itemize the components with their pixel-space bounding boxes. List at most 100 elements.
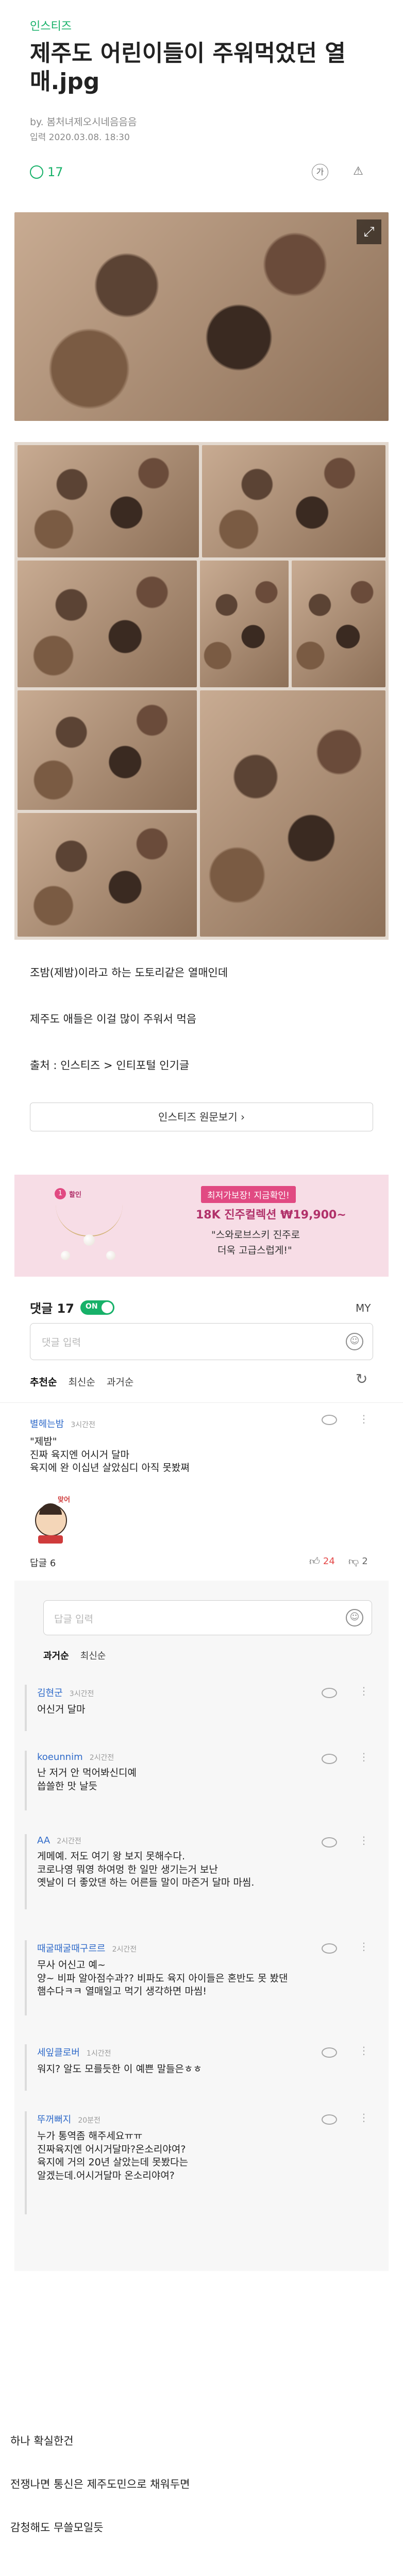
more-icon[interactable]: ⋮ bbox=[359, 2044, 369, 2057]
main-photo: ⤢ bbox=[14, 212, 389, 421]
view-icon[interactable] bbox=[322, 1688, 337, 1698]
sort-tab-latest[interactable]: 최신순 bbox=[68, 1375, 95, 1388]
view-icon[interactable] bbox=[322, 2114, 337, 2125]
collage-photo bbox=[18, 813, 197, 937]
comment-author-row: 별헤는밤 3시간전 bbox=[30, 1417, 372, 1430]
dislike-count: 2 bbox=[362, 1556, 368, 1567]
reply-sort-oldest[interactable]: 과거순 bbox=[43, 1649, 69, 1662]
comment-count-top[interactable]: 17 bbox=[30, 165, 63, 179]
dislike-button[interactable]: 👎︎ 2 bbox=[348, 1555, 368, 1568]
reply-author[interactable]: 세잎클로버 bbox=[37, 2047, 80, 2058]
like-button[interactable]: 👍︎ 24 bbox=[309, 1555, 335, 1568]
reply-time: 2시간전 bbox=[112, 1945, 137, 1954]
reply-author[interactable]: 때굴때굴때구르르 bbox=[37, 1943, 105, 1954]
sort-tab-recommended[interactable]: 추천순 bbox=[30, 1375, 57, 1388]
ad-banner[interactable]: 1 할인 최저가보장! 지금확인! 18K 진주컬렉션 ₩19,900~ "스와… bbox=[14, 1175, 389, 1277]
comment-icon bbox=[30, 165, 43, 179]
reply-author[interactable]: 김현군 bbox=[37, 1688, 63, 1699]
comment-sticker: 맞어 bbox=[30, 1494, 75, 1544]
footer-line: 감청해도 무쓸모일듯 bbox=[10, 2521, 104, 2534]
reply-author[interactable]: 뚜꺼뻐지 bbox=[37, 2114, 71, 2125]
reply-line: 코로나영 뭐영 하여멍 한 일만 생기는거 보난 bbox=[37, 1863, 218, 1875]
more-icon[interactable]: ⋮ bbox=[359, 1834, 369, 1846]
reply-line: 옛날이 더 좋았댄 하는 어른들 말이 마즌거 달마 마씸. bbox=[37, 1877, 255, 1889]
ad-badge-num: 1 bbox=[55, 1188, 66, 1199]
my-comments-button[interactable]: MY bbox=[356, 1302, 371, 1314]
reply-line: 진짜육지엔 어시거달마?온소리야여? bbox=[37, 2143, 186, 2155]
view-icon[interactable] bbox=[322, 2047, 337, 2058]
view-icon[interactable] bbox=[322, 1415, 337, 1425]
comment-sort-tabs: 추천순 최신순 과거순 bbox=[30, 1375, 133, 1388]
page-title: 제주도 어린이들이 주워먹었던 열매.jpg bbox=[30, 40, 346, 95]
view-icon[interactable] bbox=[322, 1943, 337, 1954]
reply-input[interactable]: 답글 입력 ☺ bbox=[43, 1600, 372, 1635]
refresh-icon[interactable]: ↻ bbox=[356, 1370, 367, 1387]
photo-collage bbox=[14, 442, 389, 940]
comment-line: 진짜 육지엔 어시거 달마 bbox=[30, 1449, 129, 1461]
collage-photo bbox=[200, 690, 385, 937]
smiley-icon[interactable]: ☺ bbox=[346, 1333, 363, 1350]
reply-time: 3시간전 bbox=[69, 1690, 94, 1698]
collage-photo bbox=[18, 445, 199, 557]
byline: by. 봄처녀제오시네음음음 bbox=[30, 116, 137, 128]
view-icon[interactable] bbox=[322, 1837, 337, 1848]
view-icon[interactable] bbox=[322, 1754, 337, 1764]
source-label[interactable]: 인스티즈 bbox=[30, 17, 72, 33]
comments-header: 댓글 17 ON bbox=[30, 1298, 114, 1316]
reply-line: 게메예. 저도 여기 왕 보지 못해수다. bbox=[37, 1851, 185, 1862]
report-icon[interactable]: ⚠ bbox=[350, 164, 366, 179]
reply-line: 어신거 달마 bbox=[37, 1704, 86, 1715]
comment-line: 육지에 완 이십년 살았심디 아직 못봤쪄 bbox=[30, 1462, 190, 1474]
reply-line: 무사 어신고 예~ bbox=[37, 1959, 106, 1971]
collage-photo bbox=[292, 561, 385, 687]
ad-tag-3: "스와로브스키 진주로 bbox=[211, 1229, 300, 1241]
font-size-icon[interactable]: 가 bbox=[312, 164, 328, 180]
ad-price: 18K 진주컬렉션 ₩19,900~ bbox=[196, 1209, 346, 1222]
footer-line: 하나 확실한건 bbox=[10, 2435, 74, 2447]
comments-label: 댓글 17 bbox=[30, 1301, 74, 1316]
collage-photo bbox=[200, 561, 289, 687]
comment-author[interactable]: 별헤는밤 bbox=[30, 1419, 64, 1430]
more-icon[interactable]: ⋮ bbox=[359, 1685, 369, 1697]
ad-tag-1: 최저가보장! 지금확인! bbox=[201, 1186, 296, 1203]
sort-tab-oldest[interactable]: 과거순 bbox=[107, 1375, 133, 1388]
smiley-icon[interactable]: ☺ bbox=[346, 1609, 363, 1626]
more-icon[interactable]: ⋮ bbox=[359, 1413, 369, 1425]
reply-item: 뚜꺼뻐지 20분전 누가 통역좀 해주세요ㅠㅠ 진짜육지엔 어시거달마?온소리야… bbox=[37, 2112, 373, 2183]
view-source-button[interactable]: 인스티즈 원문보기 › bbox=[30, 1103, 373, 1131]
reply-line: 난 저거 안 먹어봐신디예 bbox=[37, 1767, 137, 1778]
reply-author[interactable]: AA bbox=[37, 1835, 50, 1846]
thumbs-down-icon: 👎︎ bbox=[348, 1555, 359, 1567]
body-line: 출처 : 인스티즈 > 인티포털 인기글 bbox=[30, 1059, 190, 1072]
comment-time: 3시간전 bbox=[71, 1421, 95, 1429]
toggle-knob bbox=[101, 1301, 113, 1313]
body-line: 제주도 애들은 이걸 많이 주워서 먹음 bbox=[30, 1013, 197, 1025]
reply-input-placeholder: 답글 입력 bbox=[54, 1614, 93, 1625]
comment-count: 17 bbox=[47, 165, 63, 179]
reply-line: 워지? 알도 모를듯한 이 예쁜 말들은ㅎㅎ bbox=[37, 2063, 202, 2075]
reply-line: 양~ 비파 알아점수과?? 비파도 육지 아이들은 혼반도 못 봤댄 bbox=[37, 1972, 288, 1984]
more-icon[interactable]: ⋮ bbox=[359, 1751, 369, 1763]
reply-count-link[interactable]: 답글 6 bbox=[30, 1556, 56, 1569]
ad-badge: 1 할인 bbox=[55, 1188, 81, 1199]
post-date: 입력 2020.03.08. 18:30 bbox=[30, 132, 130, 143]
pearl-necklace-image bbox=[45, 1205, 133, 1266]
reply-line: 육지에 거의 20년 살았는데 못봤다는 bbox=[37, 2157, 189, 2168]
more-icon[interactable]: ⋮ bbox=[359, 1940, 369, 1953]
reply-time: 1시간전 bbox=[86, 2049, 111, 2058]
reply-line: 알겠는데.어시거달마 온소리야여? bbox=[37, 2170, 175, 2181]
reply-sort-latest[interactable]: 최신순 bbox=[80, 1649, 106, 1662]
reply-author[interactable]: koeunnim bbox=[37, 1752, 83, 1762]
reply-line: 씁쓸한 맛 날듯 bbox=[37, 1780, 97, 1792]
comment-input[interactable]: 댓글 입력 ☺ bbox=[30, 1323, 373, 1360]
reply-time: 20분전 bbox=[78, 2116, 100, 2125]
comment-input-placeholder: 댓글 입력 bbox=[42, 1337, 81, 1348]
top-comment: 별헤는밤 3시간전 "제밤" 진짜 육지엔 어시거 달마 육지에 완 이십년 살… bbox=[30, 1417, 372, 1544]
collage-photo bbox=[18, 561, 197, 687]
reply-sort-tabs: 과거순 최신순 bbox=[43, 1649, 106, 1662]
sticker-text: 맞어 bbox=[58, 1496, 70, 1504]
more-icon[interactable]: ⋮ bbox=[359, 2111, 369, 2124]
comments-toggle[interactable]: ON bbox=[80, 1300, 114, 1315]
body-line: 조밤(제밤)이라고 하는 도토리같은 열매인데 bbox=[30, 967, 228, 979]
expand-icon[interactable]: ⤢ bbox=[357, 219, 381, 244]
